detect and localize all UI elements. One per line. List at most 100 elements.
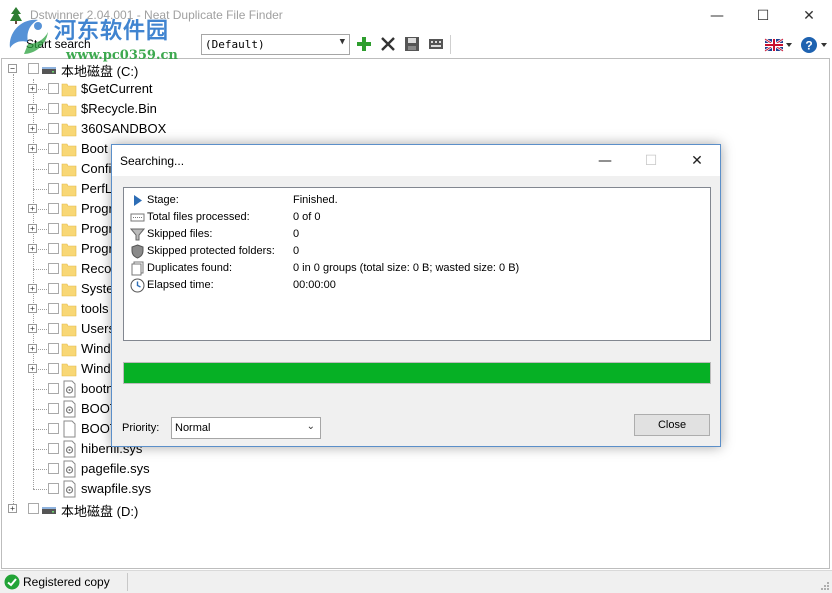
tree-checkbox[interactable] (48, 403, 59, 414)
tree-checkbox[interactable] (48, 423, 59, 434)
priority-select[interactable]: Normal ⌄ (171, 417, 321, 439)
expand-toggle[interactable]: + (28, 84, 37, 93)
tree-checkbox[interactable] (48, 223, 59, 234)
expand-toggle[interactable]: + (28, 364, 37, 373)
tree-row[interactable]: pagefile.sys (2, 459, 602, 479)
tree-row[interactable]: +360SANDBOX (2, 119, 602, 139)
tree-item-label: swapfile.sys (81, 481, 152, 496)
maximize-button[interactable]: ☐ (740, 0, 786, 31)
tree-item-label: Boot (81, 141, 108, 156)
help-button[interactable]: ? (800, 36, 830, 54)
collapse-drive-c-toggle[interactable]: − (8, 64, 17, 73)
drive-icon (41, 60, 57, 78)
drive-d-label: 本地磁盘 (D:) (61, 504, 139, 519)
tree-item-label: tools (81, 301, 109, 316)
resize-grip-icon[interactable] (820, 581, 830, 591)
tree-checkbox[interactable] (48, 183, 59, 194)
expand-toggle[interactable]: + (28, 224, 37, 233)
tree-item-label: Progr (81, 221, 113, 236)
tree-item-label: Users (81, 321, 115, 336)
tree-item-label: $GetCurrent (81, 81, 153, 96)
save-icon[interactable] (404, 36, 420, 52)
tree-checkbox[interactable] (48, 123, 59, 134)
folder-icon (61, 320, 77, 338)
dialog-maximize-button: ☐ (644, 152, 658, 169)
close-window-button[interactable]: ✕ (786, 0, 832, 31)
tree-row[interactable]: + 本地磁盘 (D:) (2, 499, 602, 519)
tree-row[interactable]: + $GetCurrent (2, 79, 602, 99)
toolbar: Start search (Default) ▼ ? (0, 31, 832, 58)
tree-guide-line (33, 449, 47, 450)
tree-checkbox[interactable] (48, 443, 59, 454)
tree-guide-line (33, 189, 47, 190)
tree-checkbox[interactable] (48, 463, 59, 474)
info-label: Total files processed: (147, 211, 250, 223)
profile-select[interactable]: (Default) ▼ (201, 34, 350, 55)
language-button[interactable] (764, 37, 794, 53)
start-search-button[interactable]: Start search (22, 34, 95, 54)
minimize-button[interactable]: — (694, 0, 740, 31)
status-text: Registered copy (23, 575, 110, 589)
svg-text:?: ? (805, 39, 812, 53)
tree-checkbox[interactable] (48, 263, 59, 274)
file-icon (61, 420, 77, 438)
tree-checkbox[interactable] (48, 283, 59, 294)
tree-checkbox[interactable] (28, 63, 39, 74)
add-icon[interactable] (356, 36, 372, 52)
folder-icon (61, 120, 77, 138)
folder-icon (61, 360, 77, 378)
priority-label: Priority: (122, 422, 160, 434)
expand-toggle[interactable]: + (28, 324, 37, 333)
folder-icon (61, 300, 77, 318)
tree-row[interactable]: + $Recycle.Bin (2, 99, 602, 119)
dialog-close-button[interactable]: Close (634, 414, 710, 436)
info-value: Finished. (293, 194, 338, 206)
folder-icon (61, 140, 77, 158)
tree-checkbox[interactable] (28, 503, 39, 514)
expand-drive-d-toggle[interactable]: + (8, 504, 17, 513)
expand-toggle[interactable]: + (28, 204, 37, 213)
tree-checkbox[interactable] (48, 163, 59, 174)
tree-checkbox[interactable] (48, 203, 59, 214)
dialog-minimize-button[interactable]: — (582, 145, 628, 176)
tree-row[interactable]: swapfile.sys (2, 479, 602, 499)
folder-icon (61, 340, 77, 358)
tree-checkbox[interactable] (48, 343, 59, 354)
tree-checkbox[interactable] (48, 483, 59, 494)
remove-icon[interactable] (380, 36, 396, 52)
expand-toggle[interactable]: + (28, 304, 37, 313)
tree-checkbox[interactable] (48, 383, 59, 394)
settings-icon[interactable] (428, 36, 444, 52)
tree-checkbox[interactable] (48, 243, 59, 254)
expand-toggle[interactable]: + (28, 344, 37, 353)
expand-toggle[interactable]: + (28, 124, 37, 133)
expand-toggle[interactable]: + (28, 104, 37, 113)
toolbar-separator (450, 35, 451, 54)
tree-guide-line (33, 429, 47, 430)
system-file-icon (61, 460, 77, 478)
tree-checkbox[interactable] (48, 83, 59, 94)
expand-toggle[interactable]: + (28, 144, 37, 153)
dialog-title: Searching... (120, 154, 185, 168)
expand-toggle[interactable]: + (28, 284, 37, 293)
chevron-down-icon: ⌄ (306, 421, 315, 432)
tree-checkbox[interactable] (48, 363, 59, 374)
status-bar: Registered copy (0, 570, 832, 593)
tree-checkbox[interactable] (48, 303, 59, 314)
dialog-title-bar[interactable]: Searching... — ☐ ✕ (112, 145, 720, 176)
info-label: Stage: (147, 194, 179, 206)
tree-checkbox[interactable] (48, 143, 59, 154)
tree-checkbox[interactable] (48, 103, 59, 114)
info-label: Skipped files: (147, 228, 213, 240)
dialog-close-icon[interactable]: ✕ (674, 145, 720, 176)
tree-checkbox[interactable] (48, 323, 59, 334)
info-value: 00:00:00 (293, 279, 336, 291)
tree-item-label: PerfL (81, 181, 113, 196)
expand-toggle[interactable]: + (28, 244, 37, 253)
tree-item-label: pagefile.sys (81, 461, 150, 476)
folder-icon (61, 240, 77, 258)
folder-icon (61, 200, 77, 218)
tree-row[interactable]: − 本地磁盘 (C:) (2, 59, 602, 79)
folder-icon (61, 100, 77, 118)
info-row: Skipped files: 0 (129, 226, 690, 243)
